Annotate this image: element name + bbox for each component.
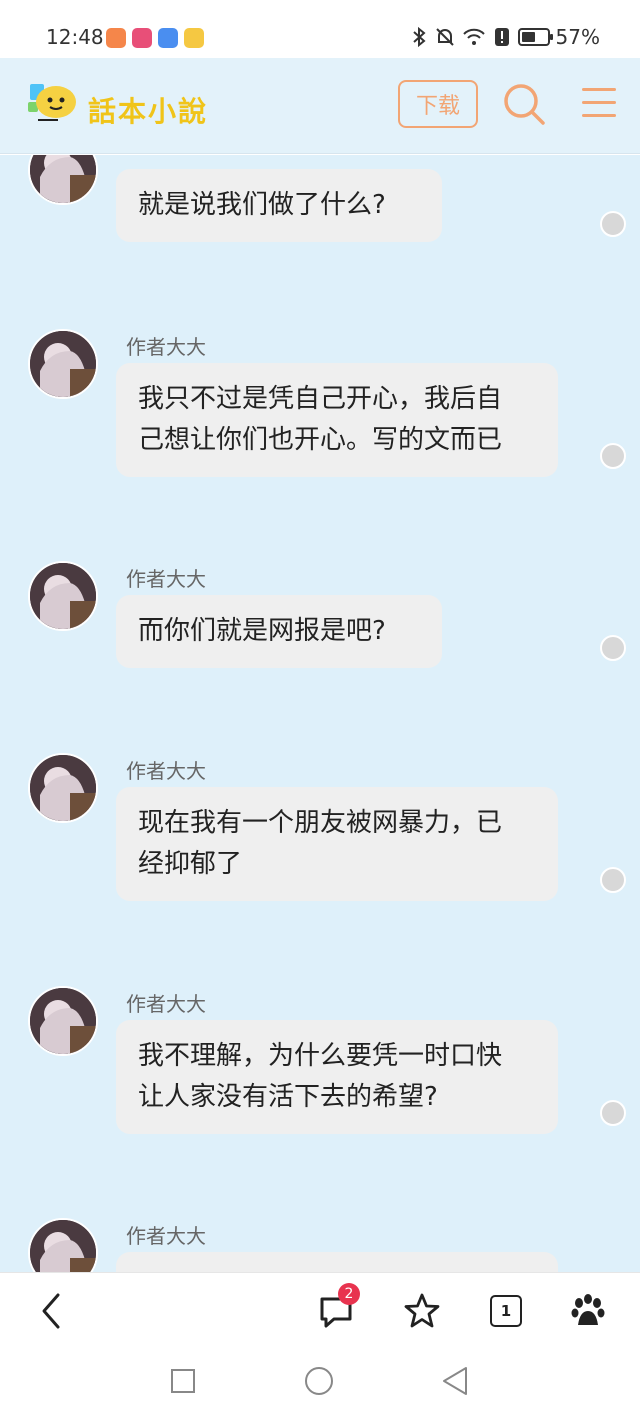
avatar[interactable] [28, 1218, 98, 1272]
system-nav-bar [0, 1346, 640, 1415]
message-bubble: 就是说我们做了什么? [116, 169, 442, 242]
message-line: 而你们就是网报是吧? [138, 616, 386, 646]
avatar[interactable] [28, 329, 98, 399]
bluetooth-icon [412, 26, 426, 48]
menu-icon[interactable] [582, 88, 616, 118]
read-indicator [600, 635, 626, 661]
author-name: 作者大大 [126, 335, 206, 359]
back-arrow-icon[interactable] [32, 1291, 72, 1331]
mute-bell-icon [435, 28, 454, 46]
battery-icon [517, 28, 553, 46]
app-notification-icon-2 [132, 28, 152, 48]
avatar[interactable] [28, 986, 98, 1056]
battery-percent: 57% [555, 25, 600, 49]
app-notification-icon-1 [106, 28, 126, 48]
home-circle-icon[interactable] [304, 1366, 334, 1396]
app-notification-icon-3 [158, 28, 178, 48]
app-notification-icon-4 [184, 28, 204, 48]
message-line: 就是说我们做了什么? [138, 190, 386, 220]
message-bubble: 现在我有一个朋友被网暴力，已 经抑郁了 [116, 787, 558, 901]
browser-toolbar: 2 1 [0, 1272, 640, 1346]
paw-icon[interactable] [568, 1291, 608, 1331]
read-indicator [600, 867, 626, 893]
message-line: 己想让你们也开心。写的文而已 [138, 425, 503, 455]
message-bubble: 我只不过是凭自己开心，我后自 己想让你们也开心。写的文而已 [116, 363, 558, 477]
back-triangle-icon[interactable] [440, 1366, 470, 1396]
recents-square-icon[interactable] [170, 1368, 196, 1394]
message-bubble: 我不理解，为什么要凭一时口快 让人家没有活下去的希望? [116, 1020, 558, 1134]
status-time: 12:48 [46, 25, 104, 49]
status-bar: 12:48 57% [0, 0, 640, 60]
author-name: 作者大大 [126, 759, 206, 783]
read-indicator [600, 1100, 626, 1126]
message-bubble [116, 1252, 558, 1272]
alert-icon [494, 28, 509, 46]
read-indicator [600, 443, 626, 469]
tabs-button[interactable]: 1 [490, 1295, 522, 1327]
message-line: 我只不过是凭自己开心，我后自 [138, 384, 503, 414]
message-line: 我不理解，为什么要凭一时口快 [138, 1041, 503, 1071]
status-app-icons [106, 28, 204, 48]
wifi-icon [462, 28, 485, 45]
site-header: 話本小說 下载 [0, 58, 640, 154]
author-name: 作者大大 [126, 992, 206, 1016]
logo-text[interactable]: 話本小說 [88, 90, 208, 130]
message-line: 让人家没有活下去的希望? [138, 1082, 438, 1112]
logo-icon[interactable] [26, 80, 80, 126]
status-right: 57% [410, 25, 600, 49]
avatar[interactable] [28, 753, 98, 823]
comment-count-badge: 2 [338, 1283, 360, 1305]
message-line: 经抑郁了 [138, 849, 243, 879]
read-indicator [600, 211, 626, 237]
star-icon[interactable] [402, 1291, 442, 1331]
author-name: 作者大大 [126, 1224, 206, 1248]
author-name: 作者大大 [126, 567, 206, 591]
message-bubble: 而你们就是网报是吧? [116, 595, 442, 668]
battery-fill [521, 32, 536, 42]
search-icon[interactable] [502, 82, 546, 126]
download-button[interactable]: 下载 [398, 80, 478, 128]
chat-area[interactable]: 就是说我们做了什么? 作者大大 我只不过是凭自己开心，我后自 己想让你们也开心。… [0, 155, 640, 1272]
message-line: 现在我有一个朋友被网暴力，已 [138, 808, 503, 838]
avatar[interactable] [28, 561, 98, 631]
avatar[interactable] [28, 155, 98, 205]
